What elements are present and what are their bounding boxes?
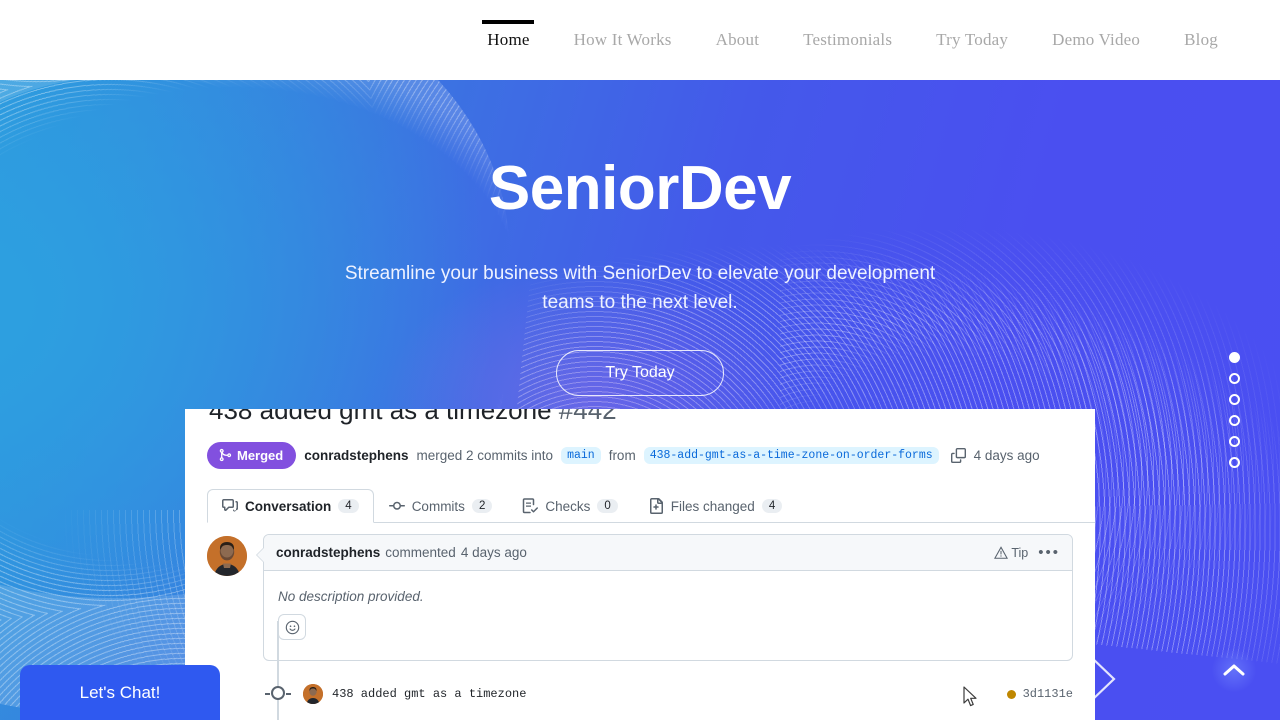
timeline-commit-message[interactable]: 438 added gmt as a timezone xyxy=(332,687,526,701)
timeline-item-right: 3d1131e xyxy=(1006,687,1073,701)
status-badge[interactable] xyxy=(1006,689,1016,699)
copy-icon[interactable] xyxy=(950,447,966,463)
tab-label: Conversation xyxy=(245,498,332,514)
alert-triangle-icon xyxy=(994,545,1009,559)
nav-item-label: Try Today xyxy=(936,30,1009,49)
slider-dot-6[interactable] xyxy=(1229,457,1240,468)
hero-content: SeniorDev Streamline your business with … xyxy=(0,80,1280,396)
commit-node-icon xyxy=(265,686,291,700)
timeline-line xyxy=(277,621,279,720)
nav-item-label: How It Works xyxy=(573,30,672,49)
slider-dot-2[interactable] xyxy=(1229,373,1240,384)
nav-item-label: Blog xyxy=(1184,30,1218,49)
comment-icon xyxy=(222,499,238,512)
kebab-horizontal-icon[interactable]: ••• xyxy=(1038,545,1060,560)
nav-active-indicator xyxy=(482,20,535,24)
hero-subtitle: Streamline your business with SeniorDev … xyxy=(344,263,936,313)
pr-title-text: 438 added gmt as a timezone xyxy=(209,409,552,425)
nav-item-blog[interactable]: Blog xyxy=(1162,0,1240,80)
tab-files-changed[interactable]: Files changed 4 xyxy=(633,489,797,523)
comment-header: conradstephens commented 4 days ago Tip xyxy=(264,535,1072,571)
tab-count: 2 xyxy=(471,499,493,513)
github-pull-request-card: 438 added gmt as a timezone #442 Merged … xyxy=(185,409,1095,720)
top-navigation-bar: Home How It Works About Testimonials Try… xyxy=(0,0,1280,80)
pr-author[interactable]: conradstephens xyxy=(304,448,408,463)
pr-merge-text: merged 2 commits into xyxy=(416,447,554,463)
file-diff-icon xyxy=(649,498,663,514)
slider-dot-3[interactable] xyxy=(1229,394,1240,405)
commit-hash[interactable]: 3d1131e xyxy=(1023,687,1073,701)
nav-item-testimonials[interactable]: Testimonials xyxy=(781,0,914,80)
pr-tabs: Conversation 4 Commits 2 Checks 0 Files … xyxy=(207,489,1095,523)
tab-commits[interactable]: Commits 2 xyxy=(374,489,508,523)
slider-dots xyxy=(1229,352,1240,468)
nav-item-label: Demo Video xyxy=(1052,30,1141,49)
nav-item-label: Testimonials xyxy=(803,30,893,49)
page-title: SeniorDev xyxy=(488,154,792,223)
avatar[interactable] xyxy=(303,684,323,704)
try-today-button[interactable]: Try Today xyxy=(556,349,724,396)
pr-merged-timestamp: 4 days ago xyxy=(973,447,1040,463)
slider-dot-4[interactable] xyxy=(1229,415,1240,426)
nav-item-how-it-works[interactable]: How It Works xyxy=(552,0,694,80)
avatar[interactable] xyxy=(207,536,247,576)
comment-text: No description provided. xyxy=(278,589,424,604)
nav-links: Home How It Works About Testimonials Try… xyxy=(465,0,1280,80)
status-badge[interactable]: Merged xyxy=(207,441,297,469)
tab-count: 0 xyxy=(597,499,618,513)
pr-number: #442 xyxy=(558,409,617,425)
nav-item-try-today[interactable]: Try Today xyxy=(914,0,1030,80)
pr-conversation: conradstephens commented 4 days ago Tip xyxy=(207,534,1073,661)
lets-chat-widget[interactable]: Let's Chat! xyxy=(20,665,220,720)
slider-dot-1[interactable] xyxy=(1229,352,1240,363)
tab-checks[interactable]: Checks 0 xyxy=(507,489,632,523)
comment-timestamp: 4 days ago xyxy=(460,545,527,560)
head-branch-chip[interactable]: 438-add-gmt-as-a-time-zone-on-order-form… xyxy=(643,446,939,464)
tab-label: Checks xyxy=(545,498,591,514)
smiley-icon xyxy=(285,620,299,634)
comment-header-actions: Tip ••• xyxy=(994,545,1060,560)
pr-meta-row: Merged conradstephens merged 2 commits i… xyxy=(207,438,1073,472)
checklist-icon xyxy=(523,498,539,514)
nav-item-demo-video[interactable]: Demo Video xyxy=(1030,0,1162,80)
pr-title-row: 438 added gmt as a timezone #442 xyxy=(209,409,1071,429)
chevron-up-icon xyxy=(1223,664,1245,676)
comment-action: commented xyxy=(385,545,456,560)
tab-label: Commits xyxy=(411,498,465,514)
add-reaction-button[interactable] xyxy=(278,614,306,640)
base-branch-chip[interactable]: main xyxy=(561,446,601,464)
nav-item-about[interactable]: About xyxy=(694,0,782,80)
timeline-item: 438 added gmt as a timezone 3d1131e xyxy=(303,684,1073,704)
comment-box: conradstephens commented 4 days ago Tip xyxy=(256,534,1073,661)
nav-item-home[interactable]: Home xyxy=(465,0,551,80)
slider-dot-5[interactable] xyxy=(1229,436,1240,447)
tab-label: Files changed xyxy=(670,498,755,514)
status-badge-label: Merged xyxy=(237,447,284,463)
tab-count: 4 xyxy=(338,499,359,513)
comment-body: No description provided. xyxy=(264,571,1072,660)
nav-item-label: Home xyxy=(487,30,530,49)
nav-item-label: About xyxy=(715,30,760,49)
commit-icon xyxy=(388,501,405,510)
tip-label: Tip xyxy=(1011,545,1029,560)
tip-badge[interactable]: Tip xyxy=(994,546,1028,560)
pr-title: 438 added gmt as a timezone #442 xyxy=(209,409,1071,426)
git-merge-icon xyxy=(219,448,232,462)
comment-row: conradstephens commented 4 days ago Tip xyxy=(207,534,1073,661)
comment-author[interactable]: conradstephens xyxy=(276,545,380,560)
scroll-to-top-button[interactable] xyxy=(1212,648,1256,692)
pr-from-text: from xyxy=(608,447,636,463)
tab-conversation[interactable]: Conversation 4 xyxy=(207,489,374,523)
pr-timeline: 438 added gmt as a timezone 3d1131e xyxy=(207,621,1073,720)
tab-count: 4 xyxy=(761,499,783,513)
